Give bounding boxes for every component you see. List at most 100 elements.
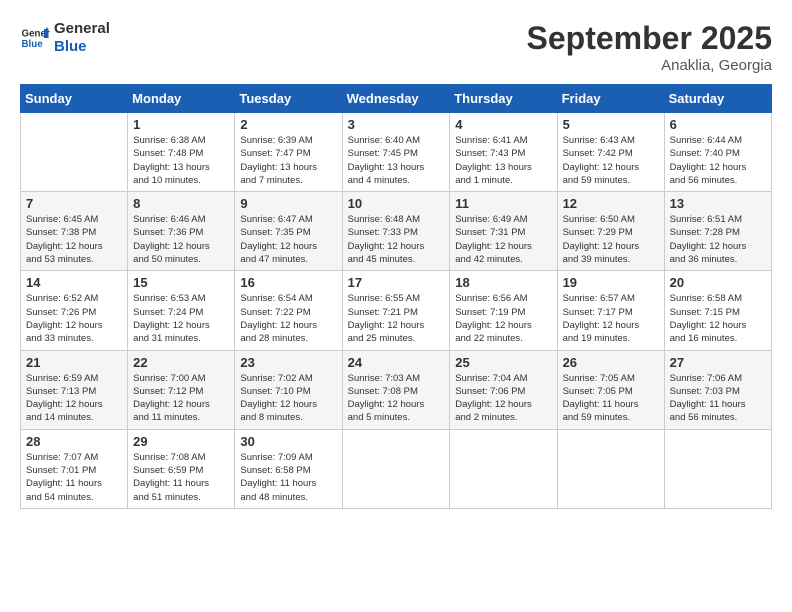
day-number: 6	[670, 117, 766, 132]
calendar-day-cell: 9 Sunrise: 6:47 AM Sunset: 7:35 PM Daylig…	[235, 192, 342, 271]
calendar-day-cell: 7 Sunrise: 6:45 AM Sunset: 7:38 PM Daylig…	[21, 192, 128, 271]
weekday-header: Monday	[128, 85, 235, 113]
calendar-day-cell: 1 Sunrise: 6:38 AM Sunset: 7:48 PM Daylig…	[128, 113, 235, 192]
day-number: 4	[455, 117, 551, 132]
day-info: Sunrise: 6:53 AM Sunset: 7:24 PM Dayligh…	[133, 292, 229, 345]
calendar-day-cell: 26Sunrise: 7:05 AM Sunset: 7:05 PM Dayli…	[557, 350, 664, 429]
month-year: September 2025	[527, 20, 772, 57]
day-number: 30	[240, 434, 336, 449]
day-number: 5	[563, 117, 659, 132]
day-number: 29	[133, 434, 229, 449]
calendar-week-row: 7 Sunrise: 6:45 AM Sunset: 7:38 PM Daylig…	[21, 192, 772, 271]
day-info: Sunrise: 6:58 AM Sunset: 7:15 PM Dayligh…	[670, 292, 766, 345]
day-number: 21	[26, 355, 122, 370]
calendar-week-row: 14 Sunrise: 6:52 AM Sunset: 7:26 PM Dayli…	[21, 271, 772, 350]
day-number: 19	[563, 275, 659, 290]
calendar-day-cell: 13 Sunrise: 6:51 AM Sunset: 7:28 PM Dayli…	[664, 192, 771, 271]
day-number: 23	[240, 355, 336, 370]
day-info: Sunrise: 6:57 AM Sunset: 7:17 PM Dayligh…	[563, 292, 659, 345]
day-info: Sunrise: 6:40 AM Sunset: 7:45 PM Dayligh…	[348, 134, 445, 187]
calendar-day-cell: 28 Sunrise: 7:07 AM Sunset: 7:01 PM Dayli…	[21, 429, 128, 508]
logo-blue: Blue	[54, 38, 110, 56]
day-number: 12	[563, 196, 659, 211]
day-info: Sunrise: 6:51 AM Sunset: 7:28 PM Dayligh…	[670, 213, 766, 266]
calendar-day-cell: 29Sunrise: 7:08 AM Sunset: 6:59 PM Dayli…	[128, 429, 235, 508]
weekday-header: Thursday	[450, 85, 557, 113]
day-number: 9	[240, 196, 336, 211]
location: Anaklia, Georgia	[527, 57, 772, 74]
calendar-table: SundayMondayTuesdayWednesdayThursdayFrid…	[20, 84, 772, 509]
day-number: 1	[133, 117, 229, 132]
day-number: 11	[455, 196, 551, 211]
calendar-day-cell: 10 Sunrise: 6:48 AM Sunset: 7:33 PM Dayli…	[342, 192, 450, 271]
calendar-day-cell: 8Sunrise: 6:46 AM Sunset: 7:36 PM Daylig…	[128, 192, 235, 271]
day-number: 17	[348, 275, 445, 290]
page-header: General Blue General Blue September 2025…	[20, 20, 772, 74]
day-info: Sunrise: 7:00 AM Sunset: 7:12 PM Dayligh…	[133, 372, 229, 425]
calendar-day-cell: 6 Sunrise: 6:44 AM Sunset: 7:40 PM Daylig…	[664, 113, 771, 192]
day-info: Sunrise: 6:52 AM Sunset: 7:26 PM Dayligh…	[26, 292, 122, 345]
day-info: Sunrise: 7:07 AM Sunset: 7:01 PM Dayligh…	[26, 451, 122, 504]
day-info: Sunrise: 6:44 AM Sunset: 7:40 PM Dayligh…	[670, 134, 766, 187]
svg-text:Blue: Blue	[22, 39, 44, 50]
calendar-day-cell: 25 Sunrise: 7:04 AM Sunset: 7:06 PM Dayli…	[450, 350, 557, 429]
logo-general: General	[54, 20, 110, 38]
day-number: 18	[455, 275, 551, 290]
day-info: Sunrise: 6:55 AM Sunset: 7:21 PM Dayligh…	[348, 292, 445, 345]
day-number: 3	[348, 117, 445, 132]
calendar-week-row: 21 Sunrise: 6:59 AM Sunset: 7:13 PM Dayli…	[21, 350, 772, 429]
calendar-week-row: 28 Sunrise: 7:07 AM Sunset: 7:01 PM Dayli…	[21, 429, 772, 508]
calendar-day-cell	[450, 429, 557, 508]
calendar-day-cell: 19 Sunrise: 6:57 AM Sunset: 7:17 PM Dayli…	[557, 271, 664, 350]
calendar-day-cell	[21, 113, 128, 192]
day-info: Sunrise: 7:04 AM Sunset: 7:06 PM Dayligh…	[455, 372, 551, 425]
day-number: 27	[670, 355, 766, 370]
calendar-header-row: SundayMondayTuesdayWednesdayThursdayFrid…	[21, 85, 772, 113]
calendar-day-cell: 30Sunrise: 7:09 AM Sunset: 6:58 PM Dayli…	[235, 429, 342, 508]
day-info: Sunrise: 6:50 AM Sunset: 7:29 PM Dayligh…	[563, 213, 659, 266]
calendar-day-cell	[557, 429, 664, 508]
day-number: 22	[133, 355, 229, 370]
calendar-day-cell: 21 Sunrise: 6:59 AM Sunset: 7:13 PM Dayli…	[21, 350, 128, 429]
calendar-day-cell: 20Sunrise: 6:58 AM Sunset: 7:15 PM Dayli…	[664, 271, 771, 350]
day-info: Sunrise: 6:59 AM Sunset: 7:13 PM Dayligh…	[26, 372, 122, 425]
calendar-day-cell	[342, 429, 450, 508]
calendar-day-cell: 16 Sunrise: 6:54 AM Sunset: 7:22 PM Dayli…	[235, 271, 342, 350]
day-info: Sunrise: 6:54 AM Sunset: 7:22 PM Dayligh…	[240, 292, 336, 345]
day-info: Sunrise: 6:38 AM Sunset: 7:48 PM Dayligh…	[133, 134, 229, 187]
day-number: 25	[455, 355, 551, 370]
day-info: Sunrise: 6:45 AM Sunset: 7:38 PM Dayligh…	[26, 213, 122, 266]
day-number: 2	[240, 117, 336, 132]
calendar-day-cell: 24Sunrise: 7:03 AM Sunset: 7:08 PM Dayli…	[342, 350, 450, 429]
weekday-header: Tuesday	[235, 85, 342, 113]
calendar-day-cell: 17 Sunrise: 6:55 AM Sunset: 7:21 PM Dayli…	[342, 271, 450, 350]
day-info: Sunrise: 6:41 AM Sunset: 7:43 PM Dayligh…	[455, 134, 551, 187]
calendar-day-cell: 2 Sunrise: 6:39 AM Sunset: 7:47 PM Daylig…	[235, 113, 342, 192]
weekday-header: Sunday	[21, 85, 128, 113]
calendar-week-row: 1 Sunrise: 6:38 AM Sunset: 7:48 PM Daylig…	[21, 113, 772, 192]
calendar-day-cell: 27Sunrise: 7:06 AM Sunset: 7:03 PM Dayli…	[664, 350, 771, 429]
day-number: 10	[348, 196, 445, 211]
calendar-day-cell: 12 Sunrise: 6:50 AM Sunset: 7:29 PM Dayli…	[557, 192, 664, 271]
logo-icon: General Blue	[20, 23, 50, 53]
weekday-header: Wednesday	[342, 85, 450, 113]
day-number: 16	[240, 275, 336, 290]
title-block: September 2025 Anaklia, Georgia	[527, 20, 772, 74]
day-info: Sunrise: 6:48 AM Sunset: 7:33 PM Dayligh…	[348, 213, 445, 266]
calendar-day-cell: 4 Sunrise: 6:41 AM Sunset: 7:43 PM Daylig…	[450, 113, 557, 192]
logo: General Blue General Blue	[20, 20, 110, 56]
calendar-day-cell: 11 Sunrise: 6:49 AM Sunset: 7:31 PM Dayli…	[450, 192, 557, 271]
day-number: 14	[26, 275, 122, 290]
day-info: Sunrise: 6:47 AM Sunset: 7:35 PM Dayligh…	[240, 213, 336, 266]
day-info: Sunrise: 6:49 AM Sunset: 7:31 PM Dayligh…	[455, 213, 551, 266]
calendar-day-cell: 23Sunrise: 7:02 AM Sunset: 7:10 PM Dayli…	[235, 350, 342, 429]
day-info: Sunrise: 6:39 AM Sunset: 7:47 PM Dayligh…	[240, 134, 336, 187]
calendar-day-cell: 22 Sunrise: 7:00 AM Sunset: 7:12 PM Dayli…	[128, 350, 235, 429]
day-number: 28	[26, 434, 122, 449]
day-info: Sunrise: 7:05 AM Sunset: 7:05 PM Dayligh…	[563, 372, 659, 425]
day-number: 13	[670, 196, 766, 211]
day-info: Sunrise: 7:03 AM Sunset: 7:08 PM Dayligh…	[348, 372, 445, 425]
calendar-day-cell: 14 Sunrise: 6:52 AM Sunset: 7:26 PM Dayli…	[21, 271, 128, 350]
calendar-day-cell: 5Sunrise: 6:43 AM Sunset: 7:42 PM Daylig…	[557, 113, 664, 192]
day-number: 7	[26, 196, 122, 211]
